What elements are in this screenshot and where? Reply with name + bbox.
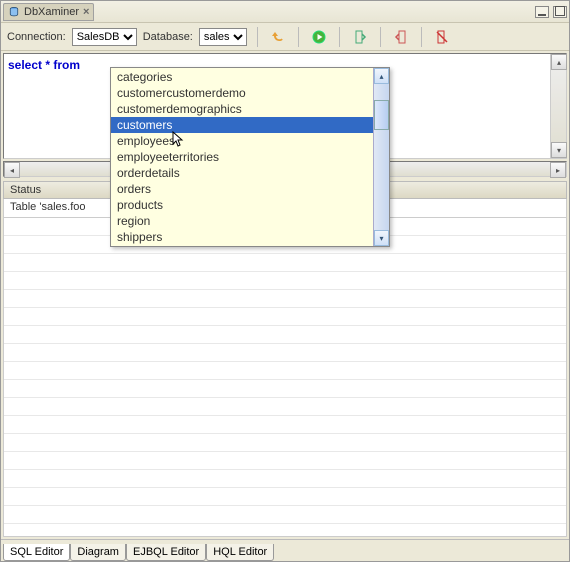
autocomplete-item[interactable]: customerdemographics: [111, 101, 373, 117]
bottom-tabs: SQL EditorDiagramEJBQL EditorHQL Editor: [1, 539, 569, 561]
autocomplete-item[interactable]: employees: [111, 133, 373, 149]
scroll-thumb[interactable]: [374, 100, 389, 130]
separator: [339, 27, 340, 47]
rollback-icon: [393, 29, 409, 45]
autocomplete-popup[interactable]: categoriescustomercustomerdemocustomerde…: [110, 67, 390, 247]
refresh-button[interactable]: [268, 27, 288, 47]
rollback-button[interactable]: [391, 27, 411, 47]
autocomplete-item[interactable]: employeeterritories: [111, 149, 373, 165]
commit-button[interactable]: [350, 27, 370, 47]
stop-button[interactable]: [432, 27, 452, 47]
autocomplete-item[interactable]: orders: [111, 181, 373, 197]
play-icon: [311, 29, 327, 45]
separator: [257, 27, 258, 47]
scroll-left-icon[interactable]: ◂: [4, 162, 20, 178]
connection-select[interactable]: SalesDB: [72, 28, 137, 46]
bottom-tab[interactable]: SQL Editor: [3, 544, 70, 561]
autocomplete-scrollbar[interactable]: ▴ ▾: [373, 68, 389, 246]
autocomplete-item[interactable]: categories: [111, 69, 373, 85]
autocomplete-item[interactable]: products: [111, 197, 373, 213]
results-grid[interactable]: [3, 217, 567, 537]
sql-editor[interactable]: select * from ▴ ▾ categoriescustomercust…: [3, 53, 567, 159]
close-tab-icon[interactable]: ×: [83, 6, 89, 18]
bottom-tab[interactable]: EJBQL Editor: [126, 544, 206, 561]
database-select[interactable]: sales: [199, 28, 247, 46]
scroll-right-icon[interactable]: ▸: [550, 162, 566, 178]
separator: [380, 27, 381, 47]
autocomplete-item[interactable]: orderdetails: [111, 165, 373, 181]
autocomplete-item[interactable]: region: [111, 213, 373, 229]
bottom-tab[interactable]: Diagram: [70, 544, 126, 561]
connection-label: Connection:: [7, 31, 66, 43]
separator: [298, 27, 299, 47]
titlebar: DbXaminer ×: [1, 1, 569, 23]
minimize-button[interactable]: [535, 6, 549, 18]
view-tab[interactable]: DbXaminer ×: [3, 3, 94, 21]
autocomplete-item[interactable]: customers: [111, 117, 373, 133]
maximize-button[interactable]: [553, 6, 567, 18]
scroll-down-icon[interactable]: ▾: [374, 230, 389, 246]
scroll-up-icon[interactable]: ▴: [551, 54, 567, 70]
autocomplete-item[interactable]: shippers: [111, 229, 373, 245]
view-tab-label: DbXaminer: [24, 6, 79, 18]
db-icon: [8, 6, 20, 18]
editor-vscroll[interactable]: ▴ ▾: [550, 54, 566, 158]
commit-icon: [352, 29, 368, 45]
stop-icon: [434, 29, 450, 45]
autocomplete-item[interactable]: customercustomerdemo: [111, 85, 373, 101]
database-label: Database:: [143, 31, 193, 43]
scroll-down-icon[interactable]: ▾: [551, 142, 567, 158]
separator: [421, 27, 422, 47]
scroll-up-icon[interactable]: ▴: [374, 68, 389, 84]
run-button[interactable]: [309, 27, 329, 47]
bottom-tab[interactable]: HQL Editor: [206, 544, 274, 561]
toolbar: Connection: SalesDB Database: sales: [1, 23, 569, 51]
refresh-icon: [270, 29, 286, 45]
